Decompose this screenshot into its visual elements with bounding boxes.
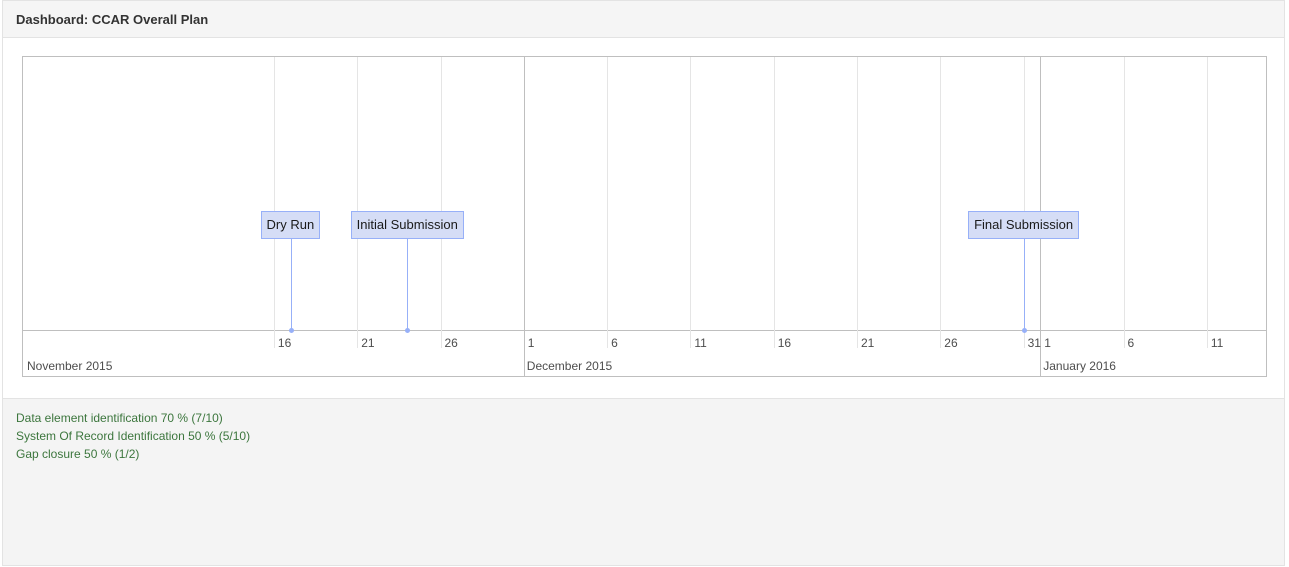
- status-item: System Of Record Identification 50 % (5/…: [16, 429, 251, 443]
- axis-tick-label: 1: [1044, 336, 1051, 350]
- gridline-minor: [773, 57, 775, 348]
- axis-month-label: January 2016: [1043, 359, 1116, 373]
- axis-tick-label: 21: [861, 336, 875, 350]
- axis-tick-label: 11: [1210, 336, 1224, 350]
- axis-tick-label: 6: [1127, 336, 1135, 350]
- event-dry-run[interactable]: Dry Run: [260, 211, 321, 239]
- event-initial-submission[interactable]: Initial Submission: [350, 211, 464, 239]
- axis-tick-label: 1: [527, 336, 535, 350]
- timeline-chart[interactable]: 1621261611162126311611162126November 201…: [22, 56, 1267, 377]
- axis-tick-label: 21: [361, 336, 375, 350]
- gridline-minor: [273, 57, 275, 348]
- gridline-minor: [690, 57, 692, 348]
- event-initial-submission-line: [407, 239, 409, 331]
- gridline-minor: [1206, 57, 1208, 348]
- gridline-minor: [1123, 57, 1125, 348]
- status-item: Gap closure 50 % (1/2): [16, 447, 140, 461]
- status-list: Data element identification 70 % (7/10) S…: [16, 409, 250, 463]
- axis-tick-label: 31: [1027, 336, 1041, 350]
- gridline-minor: [357, 57, 359, 348]
- page-title: Dashboard: CCAR Overall Plan: [16, 12, 209, 27]
- status-footer: Data element identification 70 % (7/10) S…: [3, 398, 1284, 565]
- gridline-major: [523, 57, 525, 376]
- axis-tick-label: 26: [444, 336, 458, 350]
- axis-month-label: November 2015: [27, 359, 113, 373]
- event-dry-run-line: [290, 239, 292, 331]
- gridline-minor: [440, 57, 442, 348]
- axis-tick-label: 6: [611, 336, 618, 350]
- axis-tick-label: 11: [694, 336, 707, 350]
- axis-tick-label: 26: [944, 336, 958, 350]
- event-final-submission-line: [1023, 239, 1025, 331]
- axis-tick-label: 16: [777, 336, 792, 350]
- gridline-minor: [940, 57, 942, 348]
- dashboard-panel: Dashboard: CCAR Overall Plan 16 21 26 1 6 11 1…: [2, 0, 1285, 566]
- gridline-minor: [857, 57, 858, 348]
- event-dry-run-dot: [288, 328, 294, 333]
- status-item: Data element identification 70 % (7/10): [16, 411, 223, 425]
- event-final-submission[interactable]: Final Submission: [968, 211, 1080, 239]
- axis-tick-label: 16: [277, 336, 292, 350]
- axis-month-label: December 2015: [526, 359, 613, 373]
- gridline-minor: [607, 57, 609, 348]
- event-final-submission-dot: [1021, 328, 1027, 333]
- panel-header: Dashboard: CCAR Overall Plan: [3, 1, 1284, 38]
